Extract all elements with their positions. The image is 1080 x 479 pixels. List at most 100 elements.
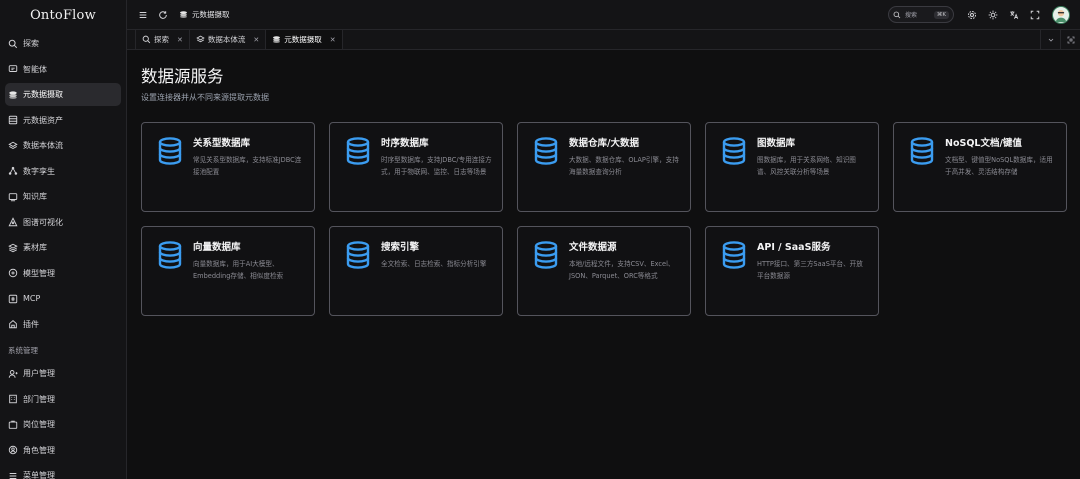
badge-icon	[8, 420, 18, 430]
sidebar: OntoFlow 探索 智能体 元数据摄取 元数据资产 数据本体流 数字孪生 知…	[0, 0, 127, 479]
datasource-card-vector[interactable]: 向量数据库 向量数据库，用于AI大模型、Embedding存储、相似度检索	[141, 226, 315, 316]
page-subtitle: 设置连接器并从不同来源提取元数据	[141, 93, 269, 102]
plugin-icon	[8, 319, 18, 329]
card-description: 全文检索、日志检索、指标分析引擎	[381, 260, 487, 268]
user-avatar[interactable]	[1052, 5, 1070, 24]
card-description: 本地/远程文件，支持CSV、Excel、JSON、Parquet、ORC等格式	[569, 260, 675, 280]
language-icon[interactable]	[1008, 9, 1020, 21]
card-title: 图数据库	[757, 138, 796, 149]
fullscreen-icon[interactable]	[1029, 9, 1041, 21]
card-title: 关系型数据库	[193, 138, 251, 149]
database-icon	[158, 241, 182, 269]
sidebar-item-user-management[interactable]: 用户管理	[5, 362, 121, 385]
sidebar-item-model-management[interactable]: 模型管理	[5, 262, 121, 285]
close-icon[interactable]: ✕	[253, 36, 259, 44]
database-icon	[910, 137, 934, 165]
card-description: 图数据库，用于关系网络、知识图谱、风控关联分析等场景	[757, 156, 856, 176]
model-icon	[8, 268, 18, 278]
sidebar-section-system: 系统管理	[8, 345, 38, 355]
sidebar-item-position-management[interactable]: 岗位管理	[5, 413, 121, 436]
sidebar-item-label: 知识库	[23, 192, 47, 201]
tab-data-ontology-flow[interactable]: 数据本体流 ✕	[190, 30, 267, 49]
card-description: HTTP接口、第三方SaaS平台、开放平台数据源	[757, 260, 863, 280]
sidebar-item-label: 模型管理	[23, 268, 55, 278]
database-icon	[722, 241, 746, 269]
maximize-icon	[1067, 36, 1074, 44]
card-description: 大数据、数据仓库、OLAP引擎，支持海量数据查询分析	[569, 156, 679, 176]
tab-bar: 探索 ✕ 数据本体流 ✕ 元数据摄取 ✕	[127, 30, 1080, 50]
sidebar-item-department-management[interactable]: 部门管理	[5, 388, 121, 411]
database-icon	[8, 115, 18, 125]
menu-icon	[8, 471, 18, 479]
search-icon	[893, 11, 901, 18]
datasource-card-file[interactable]: 文件数据源 本地/远程文件，支持CSV、Excel、JSON、Parquet、O…	[517, 226, 691, 316]
role-icon	[8, 445, 18, 455]
datasource-card-search-engine[interactable]: 搜索引擎 全文检索、日志检索、指标分析引擎	[329, 226, 503, 316]
building-icon	[8, 394, 18, 404]
card-title: 向量数据库	[193, 242, 241, 253]
datasource-card-data-warehouse[interactable]: 数据仓库/大数据 大数据、数据仓库、OLAP引擎，支持海量数据查询分析	[517, 122, 691, 212]
sidebar-item-agent[interactable]: 智能体	[5, 58, 121, 81]
tabs-maximize-button[interactable]	[1060, 30, 1080, 50]
tab-label: 元数据摄取	[284, 35, 322, 44]
tab-label: 数据本体流	[207, 35, 246, 44]
sidebar-item-data-ontology-flow[interactable]: 数据本体流	[5, 134, 121, 157]
refresh-icon[interactable]	[157, 9, 169, 21]
sidebar-item-metadata-ingestion[interactable]: 元数据摄取	[5, 83, 121, 106]
settings-icon[interactable]	[966, 9, 978, 21]
stack-icon	[8, 141, 18, 151]
tab-explore[interactable]: 探索 ✕	[135, 30, 190, 49]
search-label: 搜索	[905, 12, 918, 19]
brand-logo[interactable]: OntoFlow	[0, 0, 126, 31]
sidebar-item-label: 数字孪生	[23, 166, 55, 176]
sidebar-item-graph-visualization[interactable]: 图谱可视化	[5, 211, 121, 234]
datasource-card-nosql[interactable]: NoSQL文档/键值 文档型、键值型NoSQL数据库，适用于高并发、灵活结构存储	[893, 122, 1067, 212]
sidebar-item-asset-library[interactable]: 素材库	[5, 236, 121, 259]
datasource-grid: 关系型数据库 常见关系型数据库，支持标准JDBC连接池配置 时序数据库 时序型数…	[141, 122, 1067, 316]
sidebar-item-role-management[interactable]: 角色管理	[5, 439, 121, 462]
sidebar-item-digital-twin[interactable]: 数字孪生	[5, 160, 121, 183]
database-icon	[346, 137, 370, 165]
stack-icon	[196, 35, 205, 43]
datasource-card-graph[interactable]: 图数据库 图数据库，用于关系网络、知识图谱、风控关联分析等场景	[705, 122, 879, 212]
breadcrumb: 元数据摄取	[179, 9, 230, 20]
top-bar: 元数据摄取 搜索 ⌘K	[127, 0, 1080, 30]
sidebar-item-explore[interactable]: 探索	[5, 32, 121, 55]
sidebar-item-label: 素材库	[23, 243, 47, 252]
datasource-card-relational[interactable]: 关系型数据库 常见关系型数据库，支持标准JDBC连接池配置	[141, 122, 315, 212]
card-description: 时序型数据库，支持JDBC/专用连接方式，用于物联网、监控、日志等场景	[381, 156, 492, 176]
sidebar-item-label: 探索	[23, 39, 39, 48]
database-icon	[346, 241, 370, 269]
database-icon	[534, 137, 558, 165]
sidebar-item-plugins[interactable]: 插件	[5, 313, 121, 336]
tabs-dropdown-button[interactable]	[1040, 30, 1060, 50]
tab-metadata-ingestion[interactable]: 元数据摄取 ✕	[266, 30, 343, 49]
search-shortcut: ⌘K	[933, 10, 949, 19]
theme-toggle-icon[interactable]	[987, 9, 999, 21]
sidebar-item-knowledge-base[interactable]: 知识库	[5, 185, 121, 208]
database-icon	[158, 137, 182, 165]
sidebar-item-label: 插件	[23, 319, 39, 329]
card-description: 常见关系型数据库，支持标准JDBC连接池配置	[193, 156, 302, 176]
close-icon[interactable]: ✕	[177, 36, 183, 44]
book-icon	[8, 192, 18, 202]
sidebar-item-mcp[interactable]: MCP	[5, 287, 121, 310]
sidebar-item-label: 元数据资产	[23, 115, 63, 125]
chat-icon	[8, 64, 18, 74]
card-title: 时序数据库	[381, 138, 429, 149]
card-title: NoSQL文档/键值	[945, 138, 1022, 149]
search-button[interactable]: 搜索 ⌘K	[888, 6, 954, 23]
layers-icon	[8, 90, 18, 100]
sidebar-item-label: 数据本体流	[23, 141, 63, 150]
sidebar-item-metadata-assets[interactable]: 元数据资产	[5, 109, 121, 132]
database-icon	[534, 241, 558, 269]
card-title: 文件数据源	[569, 242, 617, 253]
sidebar-item-label: MCP	[23, 294, 41, 303]
datasource-card-timeseries[interactable]: 时序数据库 时序型数据库，支持JDBC/专用连接方式，用于物联网、监控、日志等场…	[329, 122, 503, 212]
avatar-icon	[1055, 9, 1067, 22]
tab-label: 探索	[154, 35, 169, 44]
close-icon[interactable]: ✕	[330, 36, 336, 44]
datasource-card-api-saas[interactable]: API / SaaS服务 HTTP接口、第三方SaaS平台、开放平台数据源	[705, 226, 879, 316]
sidebar-item-menu-management[interactable]: 菜单管理	[5, 464, 121, 479]
menu-toggle-icon[interactable]	[137, 9, 149, 21]
